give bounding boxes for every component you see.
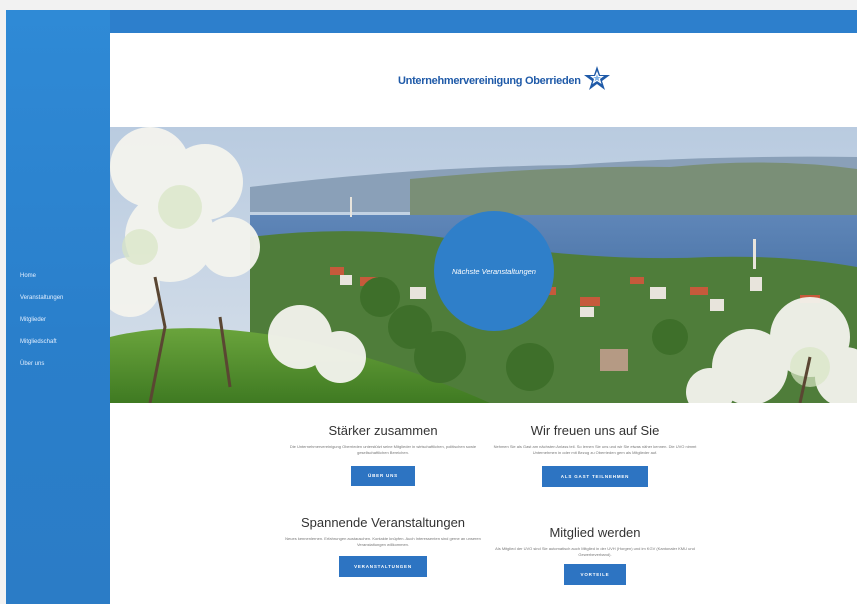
sidebar: Home Veranstaltungen Mitglieder Mitglied… [6, 10, 110, 604]
sidebar-item-home[interactable]: Home [20, 272, 63, 294]
section-text: Als Mitglied der UVO sind Sie automatisc… [495, 546, 695, 557]
events-button[interactable]: VERANSTALTUNGEN [339, 556, 427, 577]
main-content: Unternehmervereinigung Oberrieden Nächst… [110, 10, 857, 604]
section-text: Nehmen Sie als Gast am nächsten Anlass t… [493, 444, 697, 455]
section-spannende-veranstaltungen: Spannende Veranstaltungen Neues kennenle… [278, 515, 488, 577]
site-logo[interactable]: Unternehmervereinigung Oberrieden [398, 65, 611, 96]
section-title: Spannende Veranstaltungen [300, 515, 466, 530]
sidebar-item-mitgliedschaft[interactable]: Mitgliedschaft [20, 338, 63, 360]
top-bar [110, 10, 857, 33]
section-title: Stärker zusammen [328, 423, 438, 438]
sidebar-nav: Home Veranstaltungen Mitglieder Mitglied… [20, 272, 63, 382]
next-events-circle[interactable]: Nächste Veranstaltungen [434, 211, 554, 331]
join-as-guest-button[interactable]: ALS GAST TEILNEHMEN [542, 466, 648, 487]
star-logo-icon [583, 65, 611, 96]
sidebar-item-mitglieder[interactable]: Mitglieder [20, 316, 63, 338]
section-title: Mitglied werden [549, 525, 641, 540]
section-title: Wir freuen uns auf Sie [530, 423, 660, 438]
logo-text: Unternehmervereinigung Oberrieden [398, 74, 581, 87]
section-text: Die Unternehmervereinigung Oberrieden un… [289, 444, 477, 455]
section-text: Neues kennenlernen. Erfahrungen austausc… [285, 536, 481, 547]
sidebar-item-veranstaltungen[interactable]: Veranstaltungen [20, 294, 63, 316]
next-events-label: Nächste Veranstaltungen [452, 266, 536, 276]
section-mitglied-werden: Mitglied werden Als Mitglied der UVO sin… [490, 525, 700, 585]
about-us-button[interactable]: ÜBER UNS [351, 466, 415, 486]
benefits-button[interactable]: VORTEILE [564, 564, 626, 585]
section-wir-freuen-uns: Wir freuen uns auf Sie Nehmen Sie als Ga… [490, 423, 700, 487]
sidebar-item-ueber-uns[interactable]: Über uns [20, 360, 63, 382]
section-staerker-zusammen: Stärker zusammen Die Unternehmervereinig… [278, 423, 488, 486]
